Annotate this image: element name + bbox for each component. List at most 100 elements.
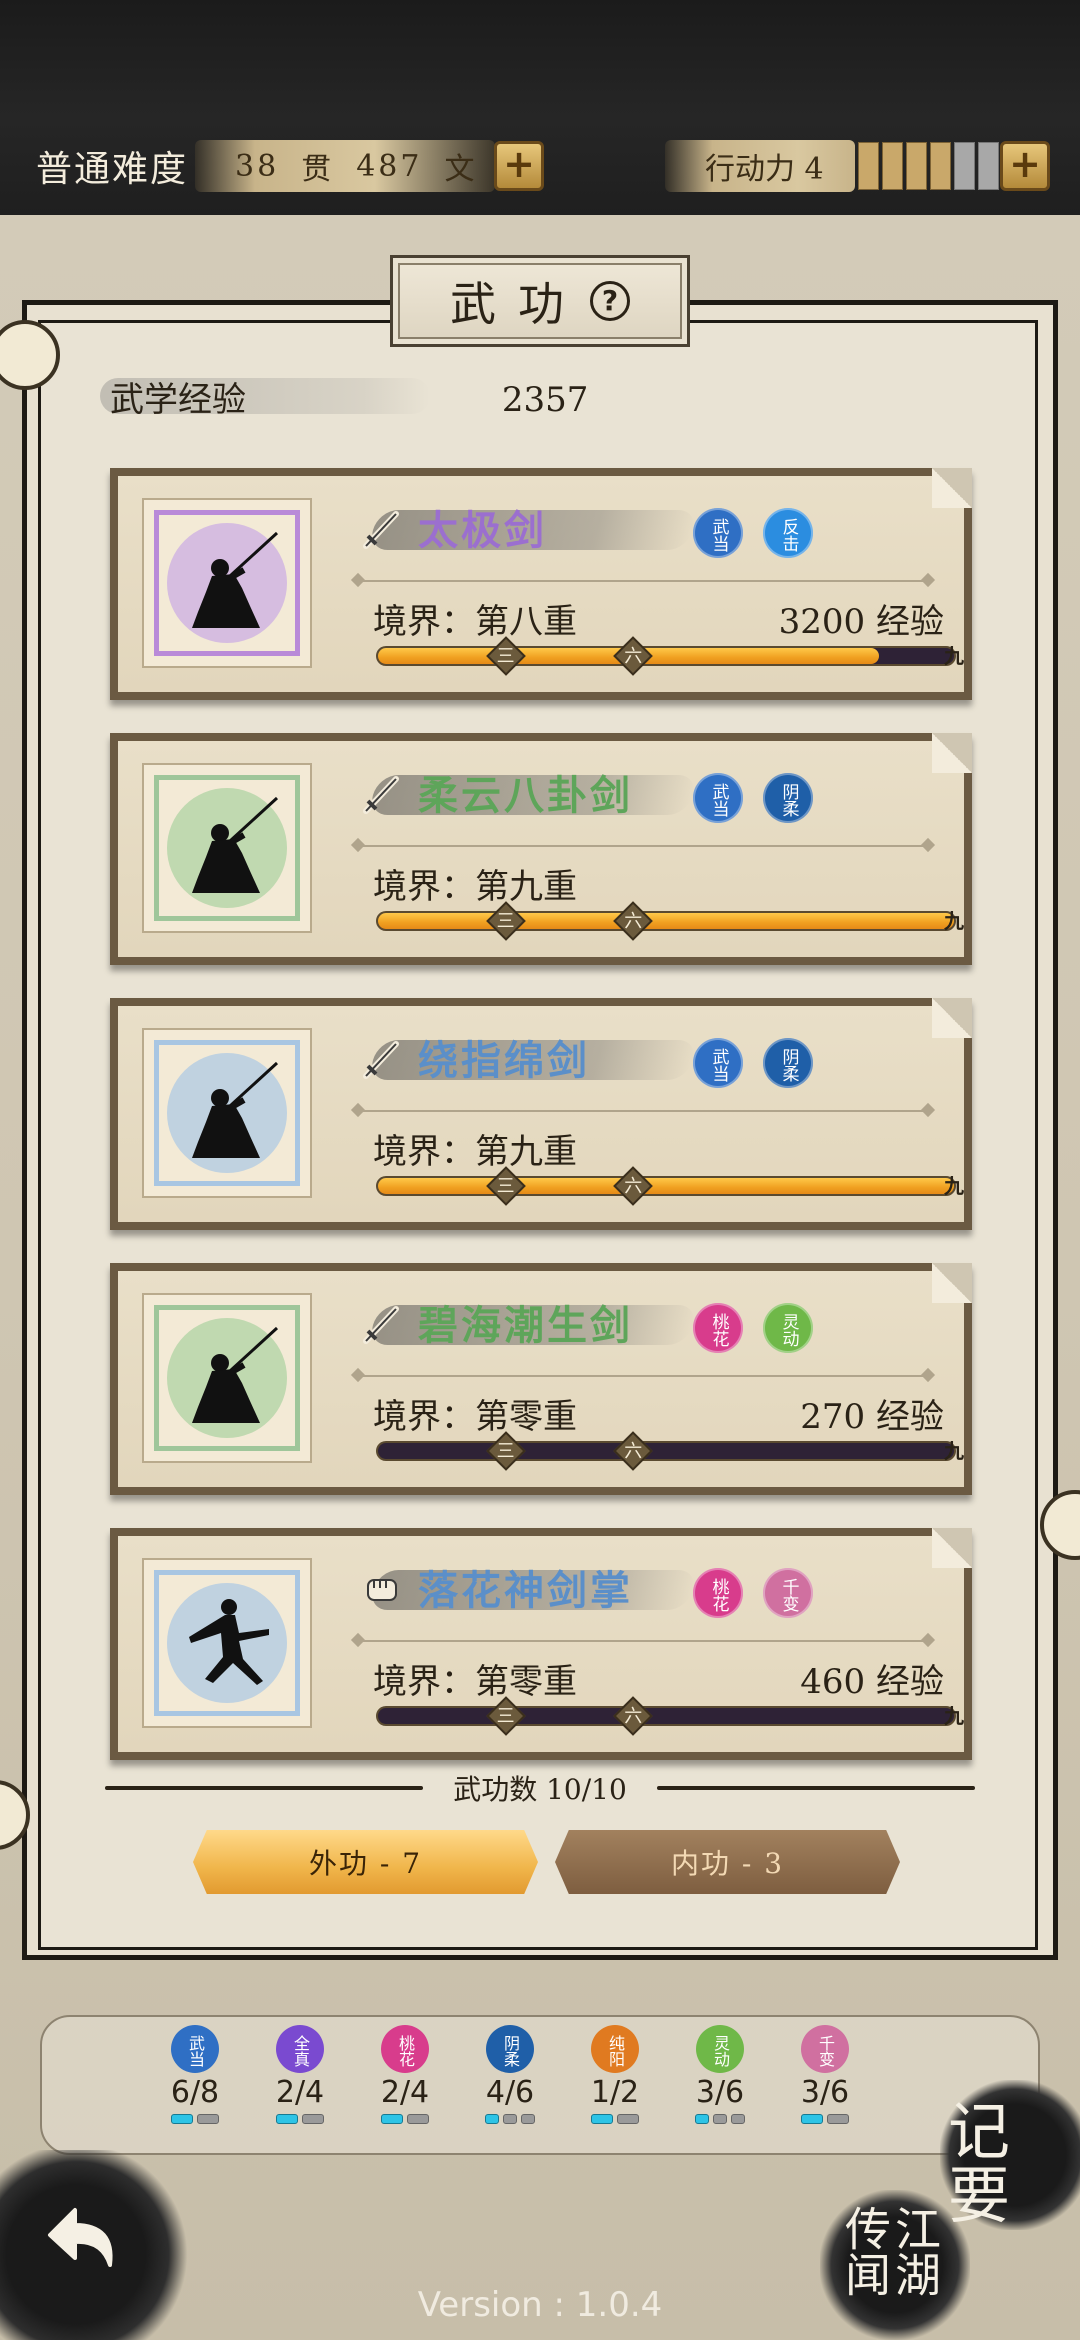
martial-exp-value: 2357	[501, 380, 589, 420]
sect-badge: 千变	[763, 1568, 813, 1618]
sect-stat[interactable]: 灵动 3/6	[680, 2025, 760, 2124]
sect-badge: 武当	[693, 508, 743, 558]
action-point-segment	[930, 142, 951, 190]
action-point-segment	[906, 142, 927, 190]
sect-stat[interactable]: 千变 3/6	[785, 2025, 865, 2124]
skill-realm: 境界：第零重	[373, 1662, 577, 1702]
skill-name: 柔云八卦剑	[418, 772, 633, 819]
skill-portrait	[142, 763, 312, 933]
skill-realm: 境界：第零重	[373, 1397, 577, 1437]
sect-pip	[801, 2114, 823, 2124]
sect-pip	[521, 2114, 535, 2124]
sect-pip	[617, 2114, 639, 2124]
progress-tick-label: 三	[496, 1706, 515, 1727]
money-wen: 487	[356, 148, 423, 184]
sect-pip	[731, 2114, 745, 2124]
progress-tick-label: 六	[624, 911, 643, 932]
skill-name: 碧海潮生剑	[418, 1302, 633, 1349]
sect-pip	[197, 2114, 219, 2124]
skill-exp-required: 270 经验	[800, 1397, 944, 1437]
progress-tick-label: 九	[944, 909, 964, 933]
action-point-segment	[858, 142, 879, 190]
notes-button[interactable]: 记 要	[948, 2100, 1080, 2228]
plus-icon: +	[503, 142, 535, 186]
sect-pip	[171, 2114, 193, 2124]
sect-value: 6/8	[170, 2075, 220, 2110]
skill-count-row: 武功数 10/10	[105, 1768, 975, 1808]
skill-card[interactable]: 太极剑 武当 反击 境界：第八重 3200 经验三 六 九	[110, 468, 972, 700]
action-point-segment	[978, 142, 999, 190]
martial-exp-label: 武学经验	[110, 380, 246, 420]
sword-icon	[363, 511, 399, 549]
skill-progress-bar: 三六九	[376, 1696, 964, 1736]
sect-badge: 武当	[693, 1038, 743, 1088]
help-icon[interactable]: ?	[590, 281, 630, 321]
tab-inner-skills[interactable]: 内功 - 3	[555, 1830, 900, 1894]
sect-stat[interactable]: 桃花 2/4	[365, 2025, 445, 2124]
skill-progress-bar: 三六九	[376, 901, 964, 941]
skill-progress-bar: 三六九	[376, 636, 964, 676]
progress-tick-label: 六	[624, 1441, 643, 1462]
sect-pip	[591, 2114, 613, 2124]
progress-tick-label: 三	[496, 911, 515, 932]
progress-tick-label: 九	[944, 644, 964, 668]
sect-badge: 阴柔	[763, 1038, 813, 1088]
sect-stat[interactable]: 武当 6/8	[155, 2025, 235, 2124]
page-title: 武功 ?	[390, 255, 690, 347]
tab-outer-skills[interactable]: 外功 - 7	[193, 1830, 538, 1894]
skill-count: 武功数 10/10	[453, 1773, 627, 1806]
skill-progress-bar: 三六九	[376, 1166, 964, 1206]
sect-pip	[695, 2114, 709, 2124]
progress-tick-label: 九	[944, 1704, 964, 1728]
sect-badge: 武当	[693, 773, 743, 823]
sect-stat[interactable]: 阴柔 4/6	[470, 2025, 550, 2124]
skill-card[interactable]: 柔云八卦剑 武当 阴柔 境界：第九重三 六 九	[110, 733, 972, 965]
sect-stat[interactable]: 纯阳 1/2	[575, 2025, 655, 2124]
version-label: Version : 1.0.4	[417, 2285, 663, 2325]
sect-badge: 千变	[801, 2025, 849, 2073]
action-points-bar	[858, 142, 999, 190]
money-guan: 38	[235, 148, 280, 184]
sect-pip	[276, 2114, 298, 2124]
sect-pip	[827, 2114, 849, 2124]
skill-card[interactable]: 绕指绵剑 武当 阴柔 境界：第九重三 六 九	[110, 998, 972, 1230]
sect-stat[interactable]: 全真 2/4	[260, 2025, 340, 2124]
sect-badge: 武当	[171, 2025, 219, 2073]
sect-value: 3/6	[695, 2075, 745, 2110]
plus-icon: +	[1009, 142, 1041, 186]
sect-badge: 全真	[276, 2025, 324, 2073]
sect-pip	[503, 2114, 517, 2124]
skill-exp-required: 3200 经验	[778, 602, 944, 642]
add-money-button[interactable]: +	[494, 141, 544, 191]
progress-tick-label: 九	[944, 1439, 964, 1463]
add-action-button[interactable]: +	[1000, 141, 1050, 191]
sword-icon	[363, 1306, 399, 1344]
fist-icon	[367, 1579, 397, 1601]
back-arrow-icon[interactable]	[30, 2190, 130, 2290]
notes-label-1: 记	[948, 2095, 1011, 2168]
difficulty-label: 普通难度	[36, 149, 189, 190]
sect-value: 2/4	[275, 2075, 325, 2110]
progress-tick-label: 三	[496, 1176, 515, 1197]
sword-icon	[363, 776, 399, 814]
sect-value: 4/6	[485, 2075, 535, 2110]
sect-badge: 阴柔	[486, 2025, 534, 2073]
progress-tick-label: 六	[624, 646, 643, 667]
progress-tick-label: 三	[496, 646, 515, 667]
sect-badge: 反击	[763, 508, 813, 558]
action-point-segment	[882, 142, 903, 190]
sect-badge: 桃花	[693, 1303, 743, 1353]
skill-progress-fill	[378, 913, 954, 929]
page-title-text: 武功	[450, 277, 586, 331]
skill-name: 落花神剑掌	[418, 1567, 633, 1614]
skill-card[interactable]: 落花神剑掌 桃花 千变 境界：第零重 460 经验三 六 九	[110, 1528, 972, 1760]
skill-portrait	[142, 1558, 312, 1728]
skill-card[interactable]: 碧海潮生剑 桃花 灵动 境界：第零重 270 经验三 六 九	[110, 1263, 972, 1495]
sect-pip	[302, 2114, 324, 2124]
notes-label-2: 要	[948, 2159, 1011, 2232]
progress-tick-label: 三	[496, 1441, 515, 1462]
action-points-label: 行动力 4	[665, 140, 855, 192]
money-guan-unit: 贯	[301, 152, 335, 187]
skill-name: 太极剑	[418, 507, 547, 554]
action-point-segment	[954, 142, 975, 190]
